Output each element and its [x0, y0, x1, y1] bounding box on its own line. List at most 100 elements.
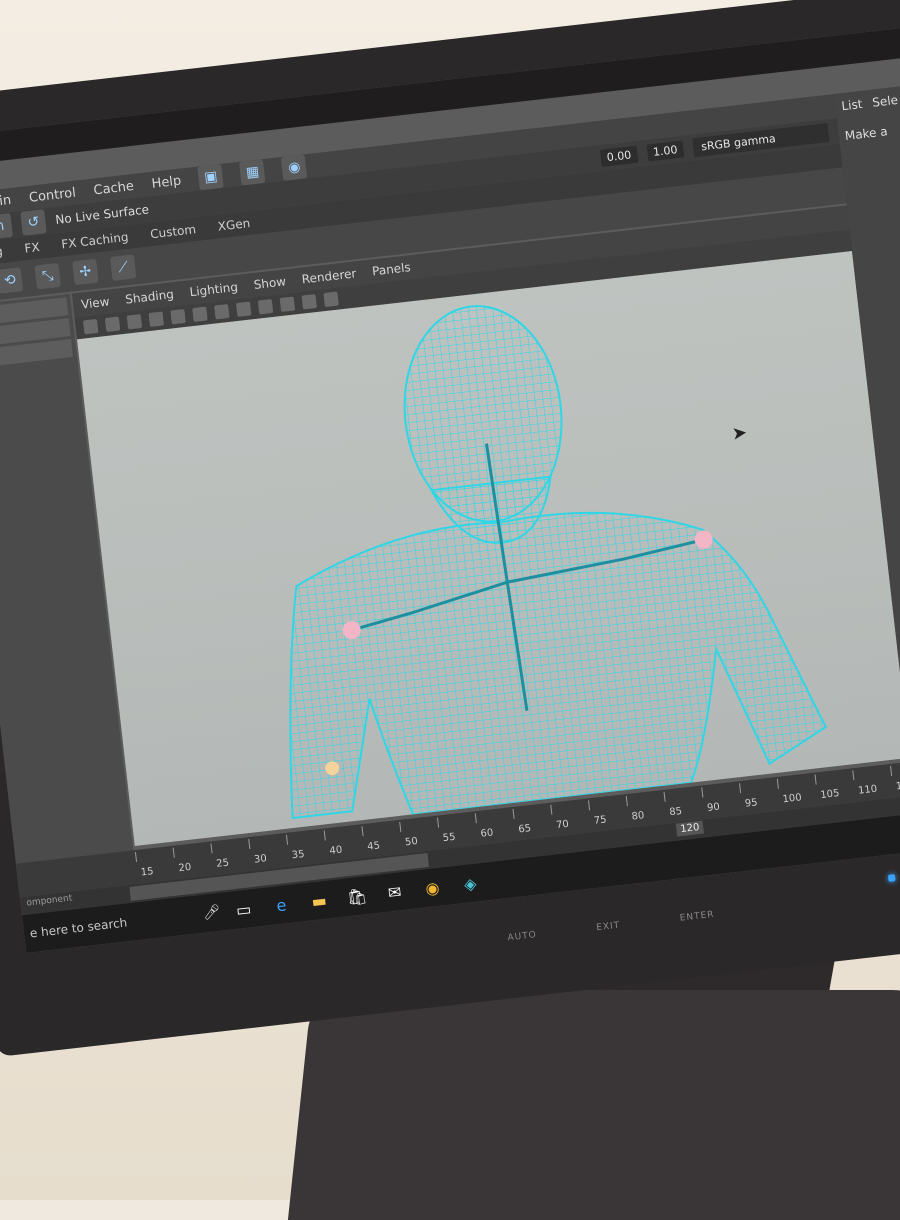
torso-mesh [289, 511, 828, 820]
timeline-tick [890, 765, 893, 776]
menu-cache[interactable]: Cache [93, 178, 135, 197]
timeline-tick [474, 813, 477, 824]
timeline-tick-label: 70 [556, 819, 570, 831]
panel-menu-panels[interactable]: Panels [371, 260, 411, 278]
isolate-select-icon[interactable] [323, 291, 339, 308]
grid-toggle-icon[interactable] [170, 308, 186, 325]
edge-icon[interactable]: e [267, 890, 296, 919]
monitor-stand-base [287, 990, 900, 1220]
timeline-tick-label: 60 [480, 827, 494, 839]
exposure-field[interactable]: 0.00 [599, 145, 639, 167]
grid-icon[interactable]: ▦ [239, 159, 266, 186]
timeline-tick-label: 30 [253, 853, 267, 865]
panel-menu-renderer[interactable]: Renderer [301, 266, 357, 286]
timeline-tick [361, 826, 364, 837]
timeline-tick-label: 80 [631, 810, 645, 822]
timeline-tick [512, 808, 515, 819]
store-icon[interactable]: 🛍︎ [342, 882, 371, 911]
exit-button-label[interactable]: EXIT [596, 921, 621, 934]
xray-icon[interactable] [301, 294, 318, 310]
panel-menu-lighting[interactable]: Lighting [189, 280, 239, 299]
lighting-icon[interactable] [279, 296, 296, 313]
timeline-tick-label: 50 [405, 836, 419, 848]
taskbar-search-box[interactable]: e here to search [23, 907, 199, 941]
viewport-3d[interactable]: ➤ [77, 251, 900, 847]
render-icon[interactable]: ◉ [281, 154, 308, 181]
smooth-shade-icon[interactable] [235, 301, 252, 318]
enter-button-label[interactable]: ENTER [679, 910, 715, 924]
monitor: Constrain Control Cache Help ▣ ▦ ◉ ∿ ∩ ↺… [0, 0, 900, 1057]
timeline-tick [852, 770, 855, 781]
timeline-tick [285, 834, 289, 845]
magnet-icon[interactable]: ∩ [0, 213, 14, 240]
timeline-tick [776, 778, 779, 789]
tab-custom[interactable]: Custom [149, 222, 196, 241]
task-view-icon[interactable]: ▭ [229, 895, 258, 924]
timeline-tick [210, 843, 213, 854]
tab-selected[interactable]: Sele [872, 93, 899, 110]
timeline-tick [739, 783, 742, 794]
outliner-row[interactable] [0, 339, 73, 370]
timeline-tick [550, 804, 553, 815]
timeline-tick-label: 65 [518, 823, 532, 835]
file-explorer-icon[interactable]: ▬ [305, 886, 334, 915]
timeline-tick [663, 791, 666, 802]
ik-handle-icon[interactable]: ⟋ [109, 254, 137, 281]
timeline-tick [588, 800, 591, 811]
tab-list[interactable]: List [841, 97, 863, 113]
timeline-tick-label: 35 [291, 849, 305, 861]
timeline-tick-label: 90 [707, 802, 721, 814]
timeline-tick [814, 774, 817, 785]
mail-icon[interactable]: ✉ [380, 878, 409, 907]
camera-attributes-icon[interactable] [104, 316, 121, 332]
camera-icon[interactable]: ▣ [197, 163, 225, 191]
wireframe-character-model[interactable] [77, 251, 900, 846]
timeline-tick [399, 821, 402, 832]
menu-control[interactable]: Control [28, 185, 76, 205]
timeline-tick [701, 787, 704, 798]
chrome-icon[interactable]: ◉ [418, 873, 447, 902]
bookmark-icon[interactable] [126, 313, 143, 330]
snap-curve-icon[interactable]: ↺ [20, 209, 47, 236]
joint-tool-icon[interactable]: ✢ [72, 258, 99, 286]
wireframe-icon[interactable] [214, 304, 230, 320]
timeline-tick [172, 847, 175, 858]
tab-xgen[interactable]: XGen [217, 216, 251, 234]
timeline-tick-label: 115 [895, 779, 900, 792]
image-plane-icon[interactable] [148, 311, 165, 327]
mic-icon[interactable]: 🎤︎ [198, 903, 226, 922]
timeline-tick-label: 100 [782, 792, 802, 805]
scale-tool-icon[interactable]: ⤡ [34, 262, 61, 290]
menu-help[interactable]: Help [151, 173, 182, 191]
tab-rendering[interactable]: ndering [0, 244, 3, 263]
panel-menu-show[interactable]: Show [253, 274, 287, 292]
timeline-tick-label: 75 [593, 815, 607, 827]
panel-menu-shading[interactable]: Shading [125, 287, 175, 306]
cursor-arrow-icon: ➤ [730, 422, 749, 445]
timeline-tick-label: 85 [669, 806, 683, 818]
timeline-tick-label: 110 [858, 784, 878, 797]
maya-window: Constrain Control Cache Help ▣ ▦ ◉ ∿ ∩ ↺… [0, 27, 900, 954]
timeline-tick-label: 45 [367, 840, 381, 852]
timeline-tick-label: 40 [329, 845, 343, 857]
maya-icon[interactable]: ◈ [456, 869, 485, 898]
timeline-tick [323, 830, 326, 841]
tab-fx[interactable]: FX [24, 240, 41, 256]
timeline-tick [134, 851, 138, 863]
film-gate-icon[interactable] [192, 306, 208, 322]
monitor-buttons: AUTO EXIT ENTER [507, 910, 715, 944]
timeline-tick-label: 20 [178, 862, 192, 874]
panel-menu-view[interactable]: View [80, 294, 110, 311]
timeline-tick-label: 55 [442, 832, 456, 844]
auto-button-label[interactable]: AUTO [507, 930, 537, 943]
power-led [887, 874, 896, 882]
gamma-field[interactable]: 1.00 [646, 140, 685, 162]
range-end-field[interactable]: 120 [675, 820, 705, 837]
select-camera-icon[interactable] [82, 318, 99, 335]
timeline-tick-label: 105 [820, 788, 840, 801]
timeline-tick-label: 15 [140, 866, 154, 878]
textured-icon[interactable] [257, 299, 274, 315]
timeline-tick [436, 817, 440, 828]
rotate-tool-icon[interactable]: ⟲ [0, 267, 24, 294]
tab-fx-caching[interactable]: FX Caching [61, 230, 130, 252]
